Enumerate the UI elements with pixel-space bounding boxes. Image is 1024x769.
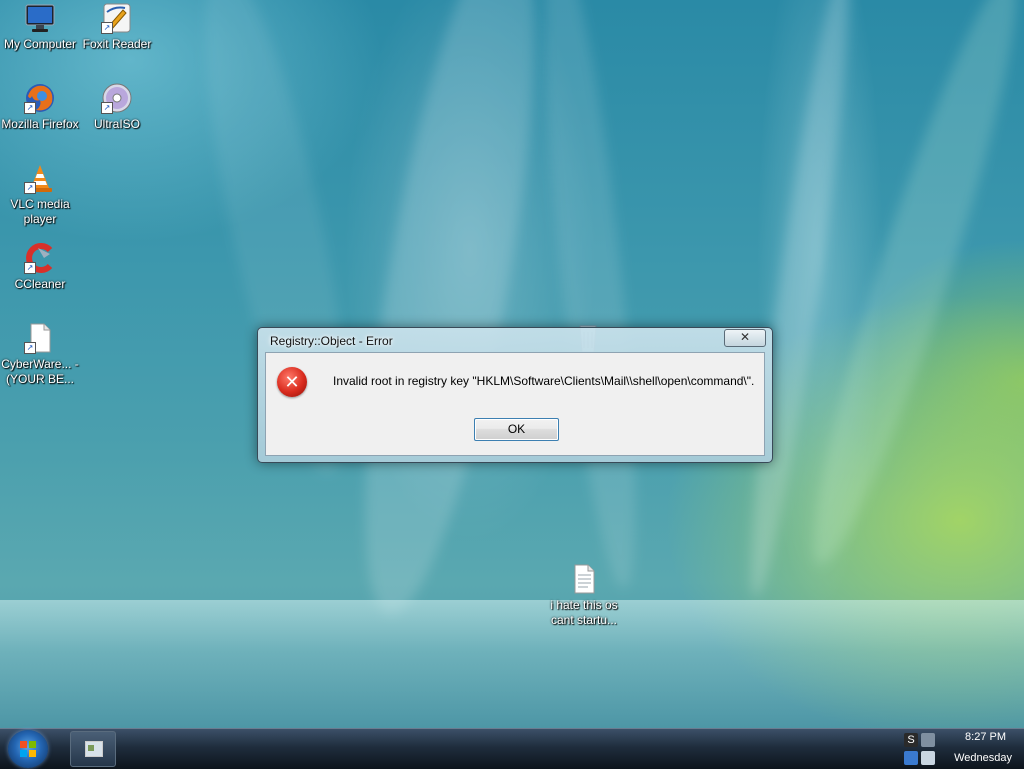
desktop-icon-text-file[interactable]: i hate this os cant startu... bbox=[544, 563, 624, 628]
taskbar: S 8:27 PM Wednesday bbox=[0, 728, 1024, 769]
desktop-icon-label: CCleaner bbox=[14, 277, 66, 291]
close-icon: ✕ bbox=[739, 330, 751, 344]
shortcut-arrow-icon: ↗ bbox=[24, 102, 36, 114]
vlc-cone-icon: ↗ bbox=[24, 162, 56, 194]
wallpaper-streak bbox=[526, 0, 654, 592]
tray-s-icon[interactable]: S bbox=[904, 733, 918, 747]
close-button[interactable]: ✕ bbox=[724, 329, 766, 347]
app-window-icon bbox=[85, 741, 103, 757]
error-icon: ✕ bbox=[277, 367, 307, 397]
dialog-title: Registry::Object - Error bbox=[270, 334, 393, 348]
error-message: Invalid root in registry key "HKLM\Softw… bbox=[333, 374, 755, 388]
shortcut-arrow-icon: ↗ bbox=[24, 342, 36, 354]
desktop-icon-label: My Computer bbox=[3, 37, 77, 51]
desktop-icon-ccleaner[interactable]: ↗ CCleaner bbox=[0, 242, 80, 292]
monitor-icon bbox=[24, 2, 56, 34]
tray-app-icon[interactable] bbox=[904, 751, 918, 765]
desktop-icon-mozilla-firefox[interactable]: ↗ Mozilla Firefox bbox=[0, 82, 80, 132]
ccleaner-icon: ↗ bbox=[24, 242, 56, 274]
system-tray: S 8:27 PM Wednesday bbox=[900, 729, 1024, 769]
desktop-icon-label: Mozilla Firefox bbox=[1, 117, 79, 131]
clock-time[interactable]: 8:27 PM bbox=[965, 731, 1006, 743]
windows-start-orb-icon bbox=[20, 741, 36, 757]
text-file-icon bbox=[568, 563, 600, 595]
desktop-icon-label: VLC media player bbox=[10, 197, 70, 226]
shortcut-arrow-icon: ↗ bbox=[101, 22, 113, 34]
clock-day[interactable]: Wednesday bbox=[954, 752, 1012, 764]
taskbar-window-button[interactable] bbox=[70, 731, 116, 767]
tray-monitor-icon[interactable] bbox=[921, 751, 935, 765]
ok-button[interactable]: OK bbox=[474, 418, 559, 441]
shortcut-arrow-icon: ↗ bbox=[24, 182, 36, 194]
shortcut-arrow-icon: ↗ bbox=[101, 102, 113, 114]
disc-icon: ↗ bbox=[101, 82, 133, 114]
desktop-icon-foxit-reader[interactable]: ↗ Foxit Reader bbox=[77, 2, 157, 52]
desktop-icon-label: UltraISO bbox=[93, 117, 140, 131]
desktop-icon-my-computer[interactable]: My Computer bbox=[0, 2, 80, 52]
desktop-icon-vlc-media-player[interactable]: ↗ VLC media player bbox=[0, 162, 80, 227]
document-icon: ↗ bbox=[24, 322, 56, 354]
shortcut-arrow-icon: ↗ bbox=[24, 262, 36, 274]
dialog-body: ✕ Invalid root in registry key "HKLM\Sof… bbox=[265, 352, 765, 456]
desktop-icon-cyberware[interactable]: ↗ CyberWare... - (YOUR BE... bbox=[0, 322, 80, 387]
firefox-icon: ↗ bbox=[24, 82, 56, 114]
start-button[interactable] bbox=[8, 730, 48, 768]
tray-network-icon[interactable] bbox=[921, 733, 935, 747]
desktop-icon-ultraiso[interactable]: ↗ UltraISO bbox=[77, 82, 157, 132]
wallpaper-floor bbox=[0, 600, 1024, 728]
desktop-icon-label: CyberWare... - (YOUR BE... bbox=[1, 357, 79, 386]
wallpaper-streak bbox=[785, 0, 1024, 576]
desktop-icon-label: Foxit Reader bbox=[82, 37, 152, 51]
desktop-icon-label: i hate this os cant startu... bbox=[550, 598, 618, 627]
foxit-pen-icon: ↗ bbox=[101, 2, 133, 34]
wallpaper-streak bbox=[330, 0, 570, 626]
error-dialog: Registry::Object - Error ✕ ✕ Invalid roo… bbox=[257, 327, 773, 463]
wallpaper-streak bbox=[735, 0, 865, 600]
